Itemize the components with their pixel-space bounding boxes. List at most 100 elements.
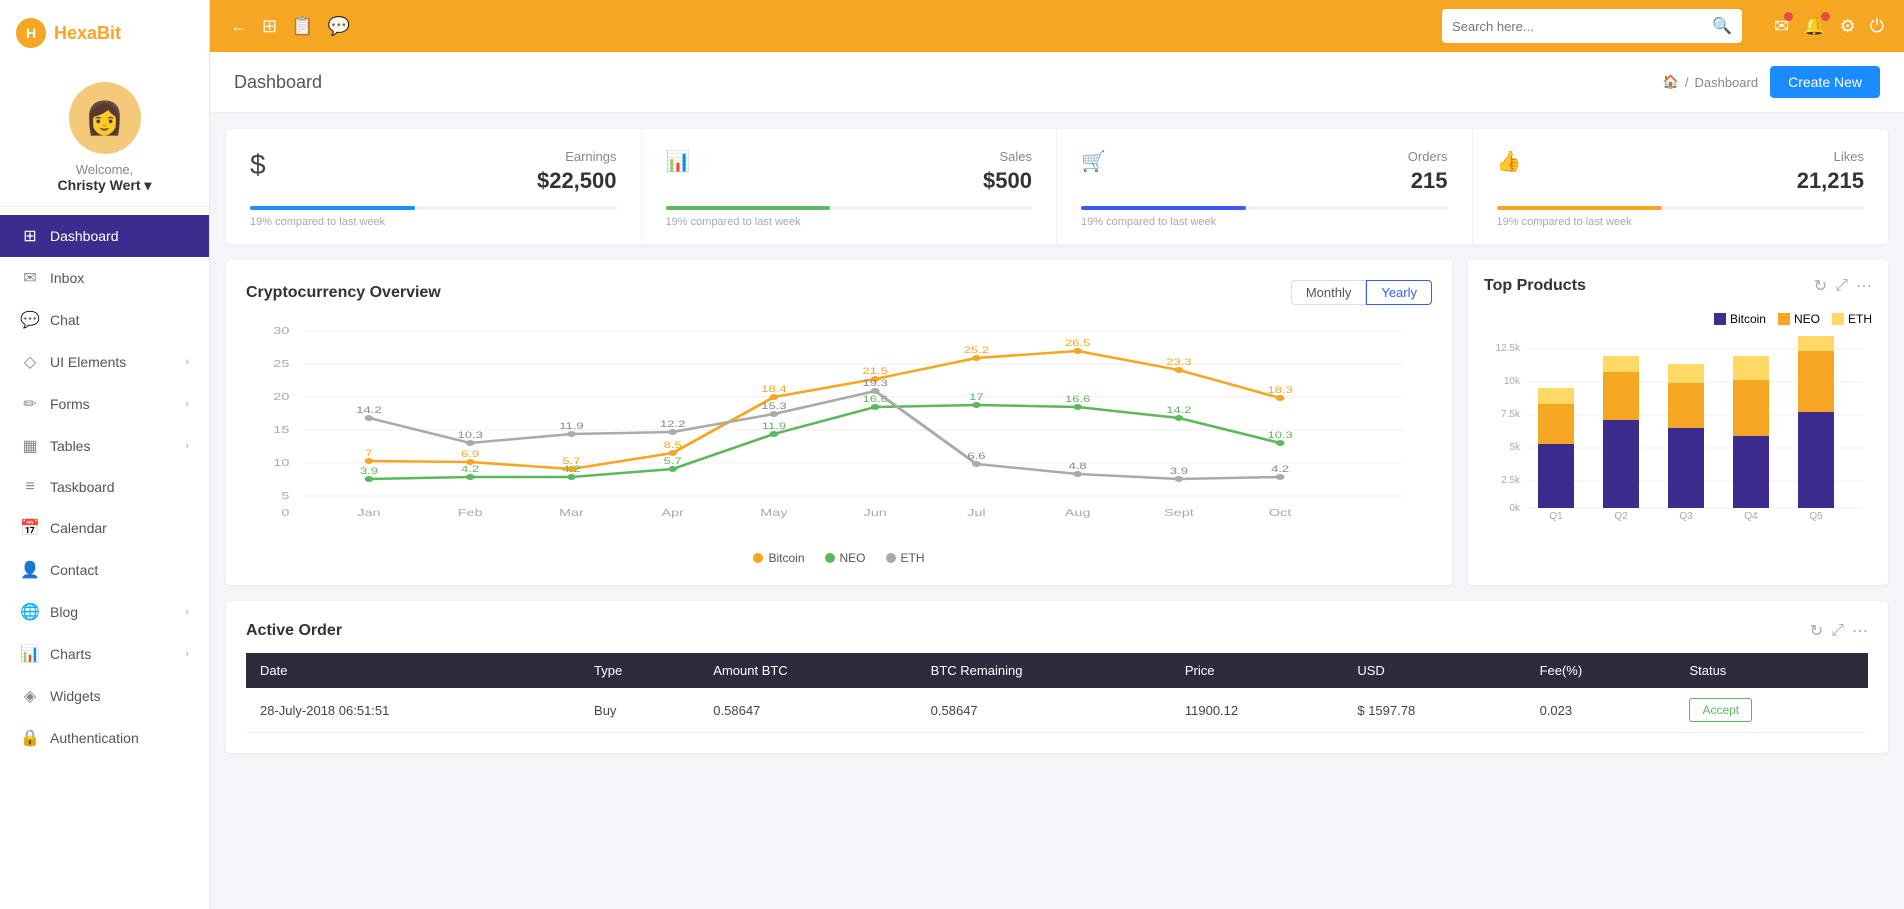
- sidebar-item-forms[interactable]: ✏ Forms ›: [0, 383, 209, 425]
- welcome-text: Welcome,: [76, 162, 134, 177]
- content-area: Dashboard 🏠 / Dashboard Create New $ Ear…: [210, 52, 1904, 909]
- legend-neo: NEO: [840, 551, 866, 565]
- legend-neo-bar: NEO: [1794, 312, 1820, 326]
- col-type: Type: [580, 653, 699, 688]
- main-area: ← ⊞ 📋 💬 🔍 ✉ 🔔 ⚙ ⏻ Dashboard 🏠: [210, 0, 1904, 909]
- accept-button[interactable]: Accept: [1689, 698, 1752, 722]
- row-status: Accept: [1675, 688, 1868, 733]
- grid-icon[interactable]: ⊞: [262, 16, 277, 37]
- sidebar-item-dashboard[interactable]: ⊞ Dashboard: [0, 215, 209, 257]
- sidebar-item-label: Forms: [50, 396, 90, 412]
- top-products-card: Top Products ↻ ⤢ ⋯ Bitcoin NEO: [1468, 260, 1888, 585]
- svg-text:21.5: 21.5: [862, 367, 887, 377]
- svg-text:23.3: 23.3: [1166, 358, 1191, 368]
- page-header: Dashboard 🏠 / Dashboard Create New: [210, 52, 1904, 113]
- legend-eth-bar: ETH: [1848, 312, 1872, 326]
- home-icon: 🏠: [1663, 74, 1679, 90]
- expand-order-icon[interactable]: ⤢: [1831, 622, 1844, 640]
- refresh-order-icon[interactable]: ↻: [1810, 621, 1823, 641]
- authentication-icon: 🔒: [20, 728, 40, 748]
- sidebar-item-ui-elements[interactable]: ◇ UI Elements ›: [0, 341, 209, 383]
- legend-eth: ETH: [901, 551, 925, 565]
- svg-text:10: 10: [273, 457, 289, 468]
- yearly-button[interactable]: Yearly: [1366, 280, 1432, 305]
- sidebar-item-blog[interactable]: 🌐 Blog ›: [0, 591, 209, 633]
- sales-value: $500: [983, 168, 1032, 194]
- sidebar-nav: ⊞ Dashboard ✉ Inbox 💬 Chat ◇ UI Elements…: [0, 207, 209, 909]
- sidebar-item-label: Dashboard: [50, 228, 119, 244]
- chevron-right-icon: ›: [185, 648, 189, 660]
- sidebar-item-inbox[interactable]: ✉ Inbox: [0, 257, 209, 299]
- breadcrumb: 🏠 / Dashboard: [1663, 74, 1758, 90]
- topbar: ← ⊞ 📋 💬 🔍 ✉ 🔔 ⚙ ⏻: [210, 0, 1904, 52]
- svg-text:Oct: Oct: [1269, 507, 1292, 518]
- sidebar-item-label: Authentication: [50, 730, 139, 746]
- card-actions: ↻ ⤢ ⋯: [1814, 276, 1872, 296]
- logo-text: HexaBit: [54, 23, 121, 44]
- sidebar-item-label: Chat: [50, 312, 80, 328]
- svg-text:3.9: 3.9: [1170, 467, 1188, 477]
- widgets-icon: ◈: [20, 686, 40, 706]
- svg-text:May: May: [760, 507, 788, 518]
- svg-text:Jan: Jan: [357, 507, 380, 518]
- sidebar-item-tables[interactable]: ▦ Tables ›: [0, 425, 209, 467]
- calendar-nav-icon[interactable]: 📋: [291, 16, 313, 37]
- bell-icon[interactable]: 🔔: [1803, 16, 1825, 37]
- svg-text:4.2: 4.2: [562, 465, 580, 475]
- settings-icon[interactable]: ⚙: [1840, 16, 1856, 37]
- sidebar-item-taskboard[interactable]: ≡ Taskboard: [0, 467, 209, 507]
- row-usd: $ 1597.78: [1343, 688, 1525, 733]
- refresh-icon[interactable]: ↻: [1814, 276, 1827, 296]
- row-amount-btc: 0.58647: [699, 688, 916, 733]
- chevron-right-icon: ›: [185, 606, 189, 618]
- svg-text:12.2: 12.2: [660, 420, 685, 430]
- sidebar-item-contact[interactable]: 👤 Contact: [0, 549, 209, 591]
- back-icon[interactable]: ←: [230, 16, 248, 37]
- svg-text:19.3: 19.3: [862, 379, 887, 389]
- earnings-progress: [250, 206, 415, 210]
- row-type: Buy: [580, 688, 699, 733]
- orders-icon: 🛒: [1081, 149, 1106, 174]
- monthly-button[interactable]: Monthly: [1291, 280, 1367, 305]
- mail-icon[interactable]: ✉: [1774, 16, 1789, 37]
- blog-icon: 🌐: [20, 602, 40, 622]
- sidebar-item-authentication[interactable]: 🔒 Authentication: [0, 717, 209, 759]
- period-buttons: Monthly Yearly: [1291, 280, 1432, 305]
- stats-row: $ Earnings $22,500 19% compared to last …: [226, 129, 1888, 244]
- sidebar-item-calendar[interactable]: 📅 Calendar: [0, 507, 209, 549]
- svg-text:7.5k: 7.5k: [1501, 409, 1521, 420]
- expand-icon[interactable]: ⤢: [1835, 277, 1848, 295]
- chevron-right-icon: ›: [185, 398, 189, 410]
- chart-legend: Bitcoin NEO ETH: [246, 551, 1432, 565]
- more-icon[interactable]: ⋯: [1856, 276, 1872, 296]
- likes-progress: [1497, 206, 1662, 210]
- power-icon[interactable]: ⏻: [1870, 16, 1884, 37]
- sidebar: H HexaBit 👩 Welcome, Christy Wert ▾ ⊞ Da…: [0, 0, 210, 909]
- svg-text:4.2: 4.2: [461, 465, 479, 475]
- chat-nav-icon[interactable]: 💬: [328, 16, 350, 37]
- more-order-icon[interactable]: ⋯: [1852, 621, 1868, 641]
- search-input[interactable]: [1452, 19, 1704, 34]
- likes-icon: 👍: [1497, 149, 1522, 174]
- sales-icon: 📊: [666, 149, 691, 174]
- sidebar-item-widgets[interactable]: ◈ Widgets: [0, 675, 209, 717]
- calendar-icon: 📅: [20, 518, 40, 538]
- crypto-chart-area: 30 25 20 15 10 5 0 Jan Feb Mar Apr May: [246, 321, 1432, 541]
- sidebar-profile: 👩 Welcome, Christy Wert ▾: [0, 66, 209, 207]
- svg-text:Q3: Q3: [1679, 511, 1693, 522]
- create-new-button[interactable]: Create New: [1770, 66, 1880, 98]
- sidebar-item-charts[interactable]: 📊 Charts ›: [0, 633, 209, 675]
- orders-footer: 19% compared to last week: [1081, 216, 1448, 228]
- mail-badge: [1784, 12, 1793, 21]
- top-products-title: Top Products: [1484, 277, 1586, 295]
- col-amount-btc: Amount BTC: [699, 653, 916, 688]
- user-name[interactable]: Christy Wert ▾: [58, 177, 152, 194]
- sales-progress: [666, 206, 831, 210]
- search-icon: 🔍: [1712, 16, 1732, 36]
- avatar: 👩: [69, 82, 141, 154]
- active-order-title: Active Order: [246, 622, 342, 640]
- logo-icon: H: [16, 18, 46, 48]
- chevron-right-icon: ›: [185, 440, 189, 452]
- sidebar-item-chat[interactable]: 💬 Chat: [0, 299, 209, 341]
- svg-text:25.2: 25.2: [964, 346, 989, 356]
